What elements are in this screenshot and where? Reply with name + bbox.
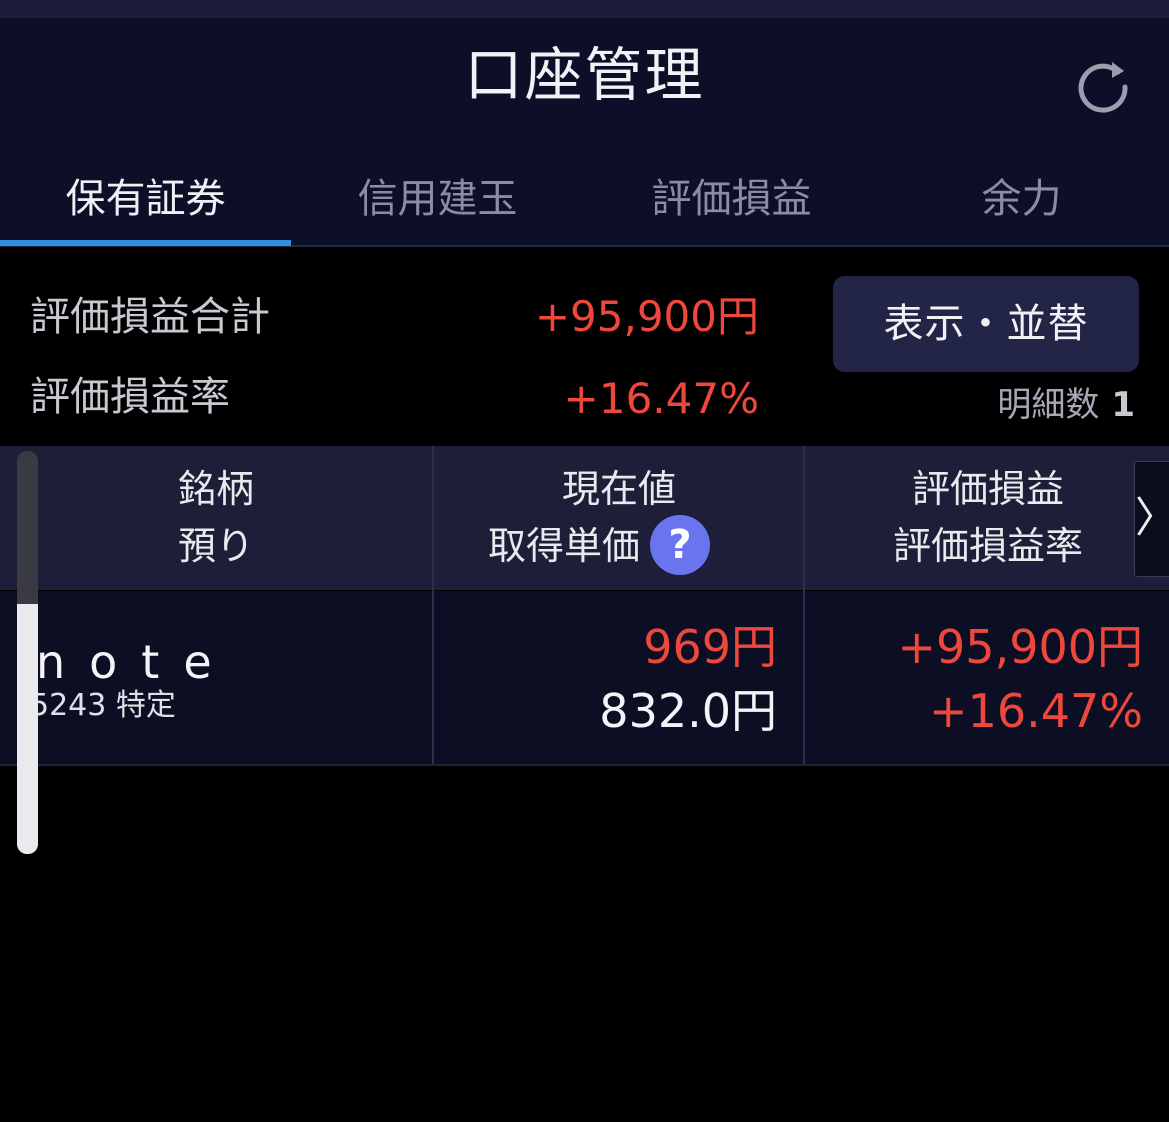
column-header-stock[interactable]: 銘柄 預り [0, 446, 432, 590]
display-sort-button[interactable]: 表示・並替 [833, 276, 1139, 372]
column-header-acquisition-price-wrap: 取得単価? [394, 514, 804, 579]
current-price: 969円 [643, 620, 777, 674]
stock-code-account: 5243 特定 [30, 688, 176, 723]
column-header-acquisition-price: 取得単価 [487, 524, 640, 568]
column-header-valuation-pnl: 評価損益 [911, 467, 1064, 511]
column-header-price[interactable]: 現在値 取得単価? [434, 446, 804, 590]
column-divider [803, 591, 805, 764]
total-pnl-label: 評価損益合計 [30, 294, 270, 340]
detail-count-label: 明細数 [997, 385, 1100, 425]
tab-bar: 保有証券 信用建玉 評価損益 余力 [0, 160, 1169, 246]
pnl-rate-label: 評価損益率 [30, 374, 230, 420]
tab-margin-positions[interactable]: 信用建玉 [292, 160, 583, 246]
status-strip [0, 0, 1169, 18]
scrollbar-thumb[interactable] [17, 604, 38, 854]
row-divider [0, 764, 1169, 766]
total-pnl-value: +95,900円 [534, 292, 759, 341]
valuation-pnl: +95,900円 [897, 620, 1144, 674]
next-columns-button[interactable]: 〉 [1134, 461, 1169, 577]
tab-buying-power[interactable]: 余力 [876, 160, 1167, 246]
page-title: 口座管理 [464, 41, 705, 109]
help-icon[interactable]: ? [650, 514, 710, 575]
column-header-custody: 預り [177, 524, 254, 568]
tab-valuation[interactable]: 評価損益 [586, 160, 877, 246]
column-header-pnl[interactable]: 評価損益 評価損益率 [806, 446, 1169, 590]
detail-count: 明細数 1 [997, 382, 1135, 428]
column-header-current-price: 現在値 [561, 467, 676, 511]
column-header-valuation-rate: 評価損益率 [892, 524, 1083, 568]
pnl-rate-value: +16.47% [563, 374, 759, 423]
valuation-pnl-rate: +16.47% [929, 684, 1143, 738]
active-tab-indicator [0, 240, 291, 246]
stock-name[interactable]: note [36, 634, 236, 690]
column-header-stock-name: 銘柄 [177, 467, 254, 511]
detail-count-value: 1 [1111, 385, 1135, 425]
refresh-icon[interactable] [1072, 56, 1134, 118]
column-divider [432, 591, 434, 764]
acquisition-price: 832.0円 [599, 684, 777, 738]
tab-holdings[interactable]: 保有証券 [0, 160, 291, 246]
